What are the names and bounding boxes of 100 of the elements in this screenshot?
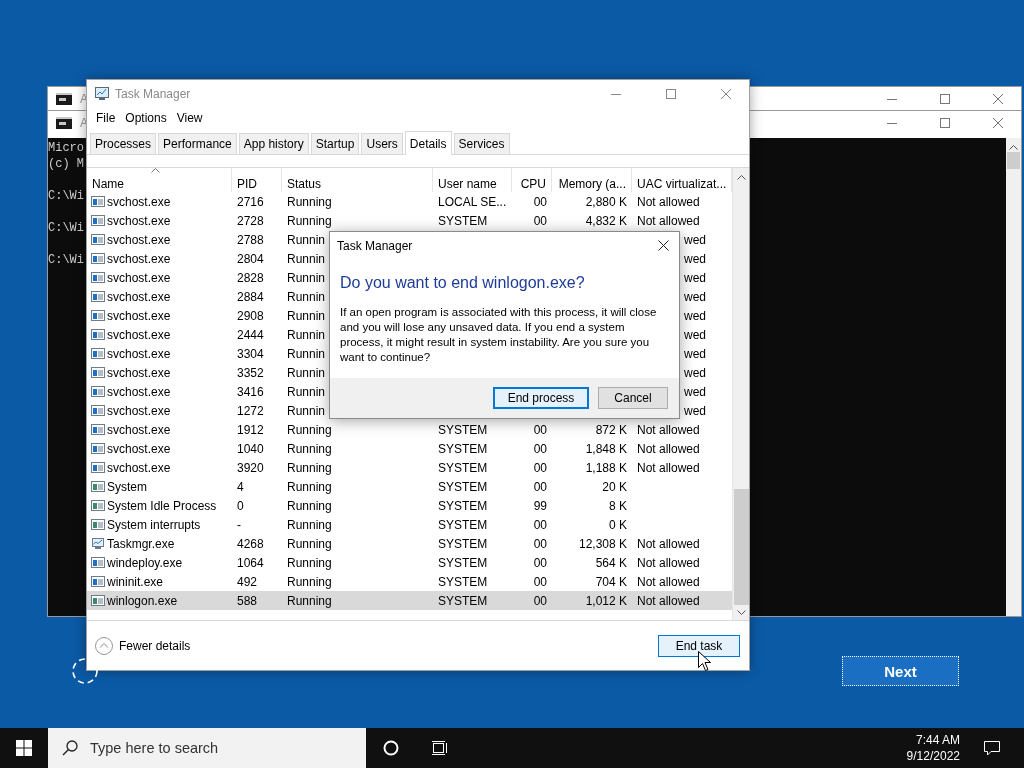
table-cell: Runnin [287,232,326,247]
table-cell: Not allowed [637,441,700,456]
table-cell: svchost.exe [107,308,171,323]
table-cell: windeploy.exe [107,555,183,570]
table-cell: svchost.exe [107,365,171,380]
table-cell: 2716 [237,194,264,209]
table-cell: Not allowed [637,574,700,589]
table-cell: 704 K [595,574,627,589]
table-cell: wed [684,403,706,418]
table-cell: System [107,479,147,494]
console-line: C:\Wi [48,188,84,204]
table-cell: SYSTEM [438,422,488,437]
table-cell: Running [287,479,332,494]
table-cell: svchost.exe [107,384,171,399]
table-cell: 4 [237,479,244,494]
table-cell: 1,848 K [585,441,627,456]
table-cell: 00 [533,593,547,608]
table-cell: Runnin [287,365,326,380]
table-cell: Runnin [287,346,326,361]
table-cell: Running [287,517,332,532]
table-cell: svchost.exe [107,213,171,228]
table-cell: 872 K [595,422,627,437]
table-cell: Not allowed [637,213,700,228]
table-cell: 3920 [237,460,264,475]
table-cell: svchost.exe [107,251,171,266]
table-cell: 3352 [237,365,264,380]
table-cell: SYSTEM [438,441,488,456]
table-cell: svchost.exe [107,460,171,475]
table-cell: 0 K [609,517,627,532]
table-cell: Taskmgr.exe [107,536,175,551]
table-cell: Not allowed [637,422,700,437]
table-cell: 00 [533,422,547,437]
table-cell: Runnin [287,289,326,304]
table-cell: 00 [533,441,547,456]
table-cell: SYSTEM [438,213,488,228]
table-cell: wed [684,308,706,323]
table-cell: svchost.exe [107,289,171,304]
table-cell: wed [684,232,706,247]
table-cell: 564 K [595,555,627,570]
dialog-message: If an open program is associated with this process, it will close and you will lose any unsaved data. If you end a system process, it might result in system instability. Are you sure you want to continue? [340,305,658,365]
table-cell: 1272 [237,403,264,418]
table-cell: SYSTEM [438,536,488,551]
table-cell: wed [684,346,706,361]
table-cell: 1,012 K [585,593,627,608]
table-cell: SYSTEM [438,574,488,589]
table-cell: 2884 [237,289,264,304]
table-cell: 1040 [237,441,264,456]
table-cell: Not allowed [637,593,700,608]
table-cell: SYSTEM [438,593,488,608]
table-cell: SYSTEM [438,460,488,475]
table-cell: wininit.exe [107,574,164,589]
dialog-heading: Do you want to end winlogon.exe? [340,274,586,292]
table-cell: System interrupts [107,517,201,532]
table-cell: Runnin [287,270,326,285]
table-cell: 2828 [237,270,264,285]
table-cell: wed [684,289,706,304]
table-cell: svchost.exe [107,403,171,418]
table-cell: 3304 [237,346,264,361]
table-cell: 2804 [237,251,264,266]
table-cell: 2,880 K [585,194,627,209]
table-cell: 00 [533,213,547,228]
table-cell: Runnin [287,403,326,418]
table-cell: Not allowed [637,536,700,551]
table-cell: Running [287,422,332,437]
table-cell: Running [287,194,332,209]
table-cell: Runnin [287,384,326,399]
table-cell: 00 [533,517,547,532]
table-cell: 1064 [237,555,264,570]
table-cell: 2444 [237,327,264,342]
table-cell: svchost.exe [107,270,171,285]
dialog-title: Task Manager [337,238,413,253]
table-cell: 3416 [237,384,264,399]
table-cell: wed [684,251,706,266]
console-line: C:\Wi [48,220,84,236]
table-cell: Running [287,555,332,570]
table-cell: wed [684,270,706,285]
search-placeholder: Type here to search [90,740,219,756]
table-cell: Running [287,441,332,456]
window-title: Task Manager [115,86,192,101]
table-cell: Running [287,460,332,475]
table-cell: SYSTEM [438,517,488,532]
table-cell: Not allowed [637,555,700,570]
table-cell: 8 K [609,498,627,513]
table-cell: Runnin [287,308,326,323]
table-cell: winlogon.exe [107,593,178,608]
table-cell: svchost.exe [107,232,171,247]
table-cell: System Idle Process [107,498,217,513]
table-cell: Running [287,574,332,589]
table-cell: Running [287,593,332,608]
table-cell: - [237,517,241,532]
table-cell: 0 [237,498,244,513]
table-cell: 1,188 K [585,460,627,475]
table-cell: Not allowed [637,460,700,475]
table-cell: 588 [237,593,258,608]
table-cell: 00 [533,194,547,209]
table-cell: 2908 [237,308,264,323]
table-cell: svchost.exe [107,194,171,209]
table-cell: LOCAL SE... [438,194,507,209]
table-cell: 00 [533,460,547,475]
table-cell: SYSTEM [438,555,488,570]
